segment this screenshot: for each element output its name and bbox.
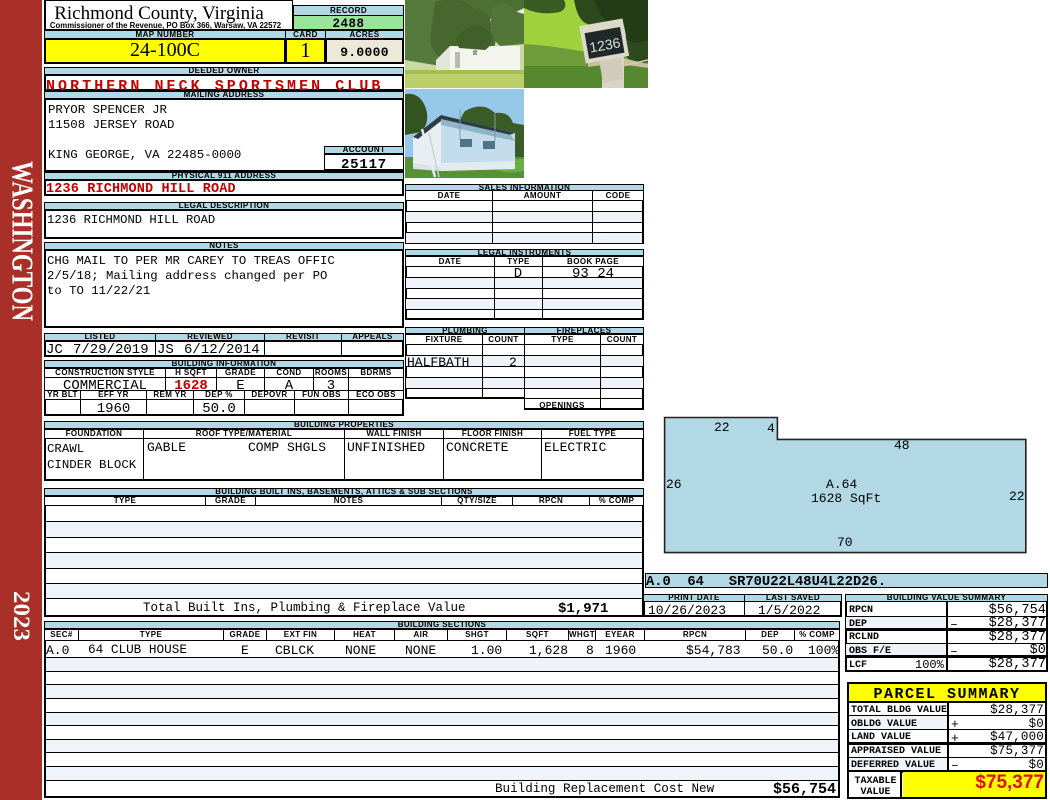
svg-text:WASHINGTON: WASHINGTON [6,161,41,321]
svg-text:2023: 2023 [9,591,34,641]
